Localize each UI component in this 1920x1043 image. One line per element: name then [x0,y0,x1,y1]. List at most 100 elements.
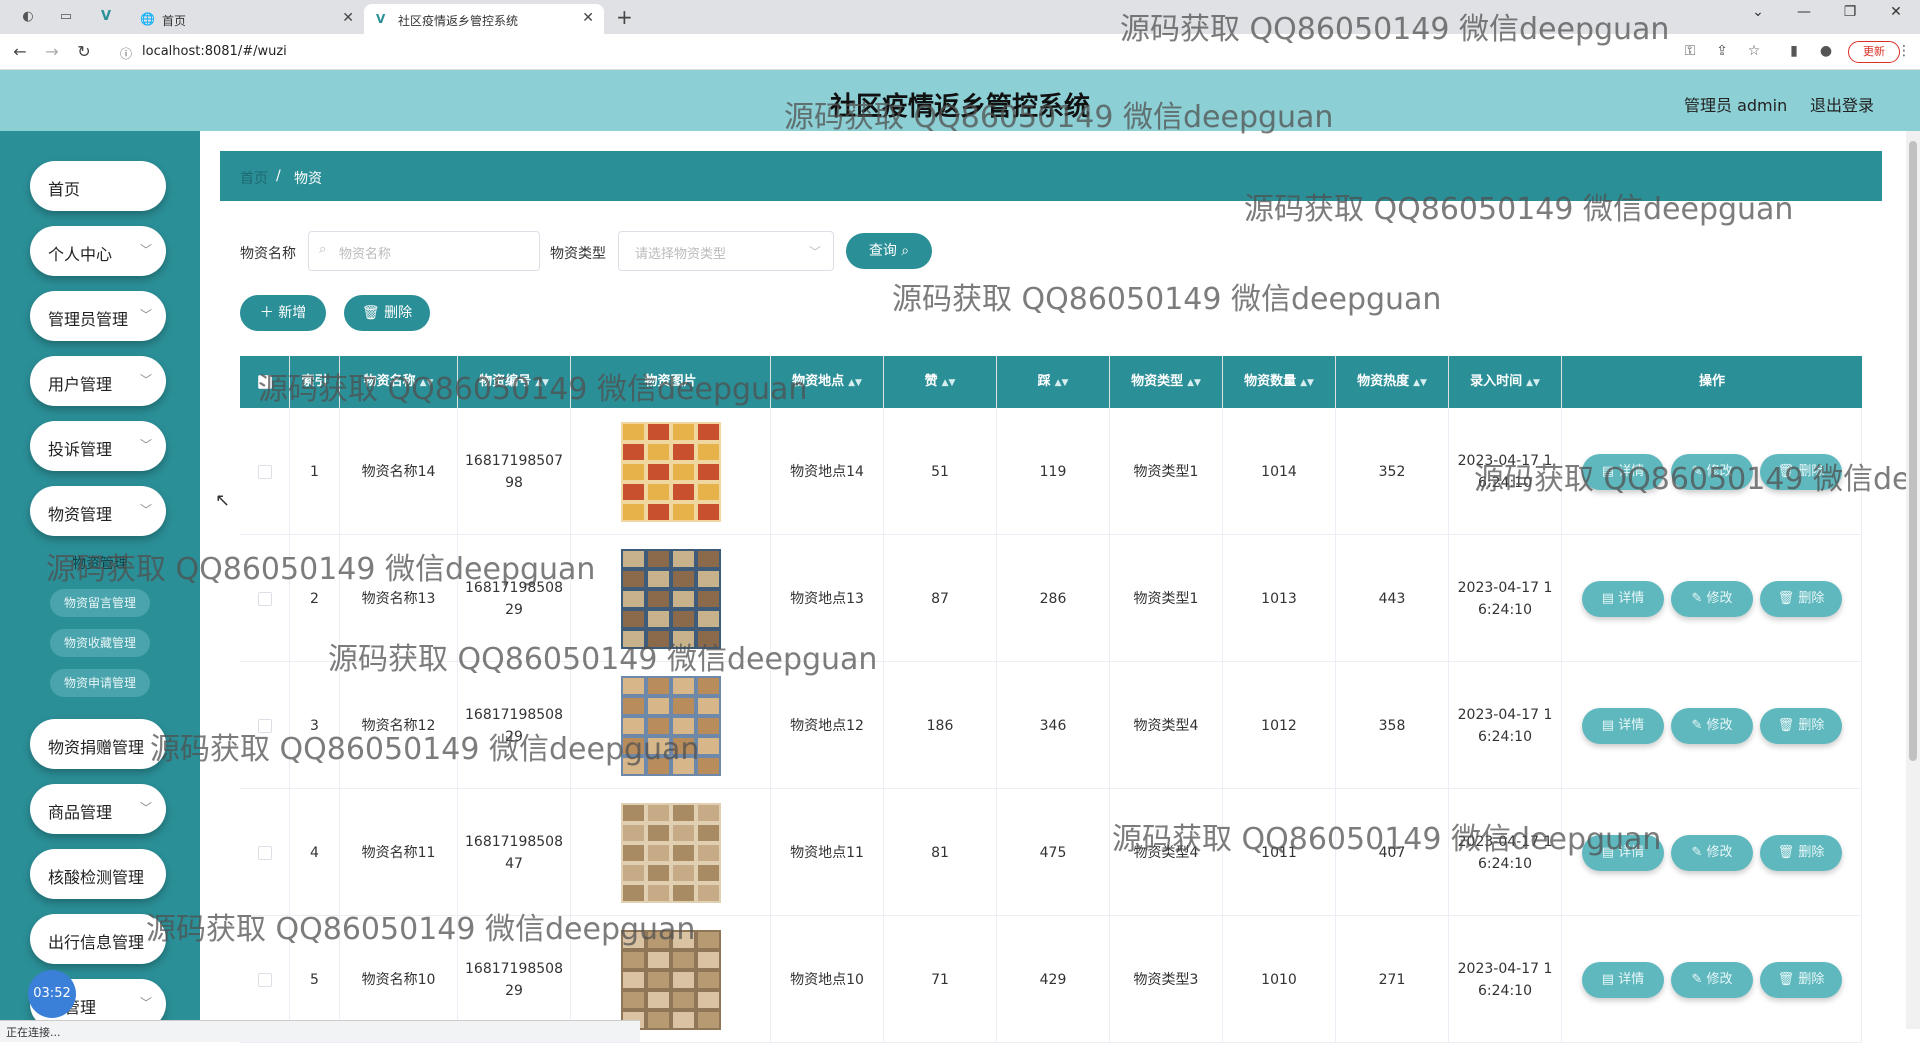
header-name[interactable]: 物资名称 ▲▼ [340,356,458,408]
profile-icon[interactable]: ● [1816,43,1836,59]
header-qty[interactable]: 物资数量 ▲▼ [1223,356,1336,408]
delete-button[interactable]: 🗑 删除 [1760,581,1842,617]
detail-button[interactable]: ▤ 详情 [1582,454,1664,490]
header-up[interactable]: 赞 ▲▼ [884,356,997,408]
site-info-icon[interactable]: ⓘ [120,45,132,62]
detail-button[interactable]: ▤ 详情 [1582,835,1664,871]
cell-down: 346 [997,662,1110,789]
sidebar-sub-supply-messages[interactable]: 物资留言管理 [50,589,150,617]
cell-heat: 358 [1336,662,1449,789]
logout-link[interactable]: 退出登录 [1810,92,1874,116]
tab-list-icon[interactable]: ⌄ [1738,4,1778,20]
minimize-icon[interactable]: — [1784,4,1824,20]
cell-index: 3 [290,662,340,789]
supply-photo[interactable] [620,421,721,522]
cell-name: 物资名称13 [340,535,458,662]
sidebar-item-admins[interactable]: 管理员管理 ﹀ [30,291,166,341]
cell-time: 2023-04-17 16:24:10 [1449,916,1562,1043]
header-place[interactable]: 物资地点 ▲▼ [771,356,884,408]
header-type[interactable]: 物资类型 ▲▼ [1110,356,1223,408]
document-icon: ▤ [1601,464,1619,479]
delete-button[interactable]: 🗑 删除 [1760,962,1842,998]
sidebar-sub-supply-favorites[interactable]: 物资收藏管理 [50,629,150,657]
tab-group-icon[interactable]: ▭ [56,7,76,27]
scrollbar-thumb[interactable] [1909,141,1917,761]
header-down[interactable]: 踩 ▲▼ [997,356,1110,408]
header-select-all[interactable] [240,356,290,408]
restore-icon[interactable]: ❐ [1830,4,1870,20]
name-search-input[interactable]: ⌕ 物资名称 [308,231,540,271]
sidebar-item-donations[interactable]: 物资捐赠管理 [30,719,166,769]
cell-time: 2023-04-17 16:24:10 [1449,535,1562,662]
detail-button[interactable]: ▤ 详情 [1582,962,1664,998]
supply-photo[interactable] [620,929,721,1030]
row-checkbox[interactable] [257,591,272,606]
delete-button[interactable]: 🗑 删除 [1760,835,1842,871]
floating-clock[interactable]: 03:52 [28,970,76,1018]
row-checkbox[interactable] [257,718,272,733]
tab-home[interactable]: 🌐 首页 ✕ [128,4,364,34]
trash-icon: 🗑 [1777,972,1799,987]
page-scrollbar[interactable] [1906,131,1920,1029]
add-button[interactable]: ＋ 新增 [240,295,326,331]
row-checkbox[interactable] [257,845,272,860]
sidebar-sub-supply-applications[interactable]: 物资申请管理 [50,669,150,697]
supply-photo[interactable] [620,675,721,776]
back-icon[interactable]: ← [10,42,30,61]
supply-photo[interactable] [620,548,721,649]
tab-search-icon[interactable]: ◐ [18,7,38,27]
edit-button[interactable]: ✎ 修改 [1671,835,1753,871]
cell-up: 81 [884,789,997,916]
close-tab-icon[interactable]: ✕ [342,10,354,26]
reload-icon[interactable]: ↻ [74,42,94,61]
sidebar-item-personal[interactable]: 个人中心 ﹀ [30,226,166,276]
edit-button[interactable]: ✎ 修改 [1671,581,1753,617]
sidebar-item-supplies[interactable]: 物资管理 ﹀ [30,486,166,536]
header-code[interactable]: 物资编号 ▲▼ [458,356,571,408]
bookmark-star-icon[interactable]: ☆ [1744,43,1764,59]
sidebar-item-users[interactable]: 用户管理 ﹀ [30,356,166,406]
edit-button[interactable]: ✎ 修改 [1671,708,1753,744]
row-checkbox[interactable] [257,464,272,479]
query-button[interactable]: 查询 ⌕ [846,233,932,269]
sidebar-item-travel[interactable]: 出行信息管理 [30,914,166,964]
detail-button[interactable]: ▤ 详情 [1582,581,1664,617]
forward-icon[interactable]: → [42,42,62,61]
header-time[interactable]: 录入时间 ▲▼ [1449,356,1562,408]
sidebar-item-goods[interactable]: 商品管理 ﹀ [30,784,166,834]
side-panel-icon[interactable]: ▮ [1784,43,1804,59]
new-tab-icon[interactable]: + [616,5,633,29]
sidebar-item-home[interactable]: 首页 [30,161,166,211]
row-checkbox[interactable] [257,972,272,987]
sidebar-item-nucleic-test[interactable]: 核酸检测管理 [30,849,166,899]
close-tab-icon[interactable]: ✕ [582,10,594,26]
cell-code: 1681719850847 [458,789,571,916]
type-select[interactable]: 请选择物资类型 ﹀ [618,231,834,271]
supply-photo[interactable] [620,802,721,903]
select-all-checkbox[interactable] [257,374,272,389]
update-button[interactable]: 更新 [1848,41,1900,63]
breadcrumb-home[interactable]: 首页 [240,168,268,188]
detail-button[interactable]: ▤ 详情 [1582,708,1664,744]
header-heat[interactable]: 物资热度 ▲▼ [1336,356,1449,408]
url-field[interactable]: ⓘ localhost:8081/#/wuzi [112,39,1672,65]
window-close-icon[interactable]: ✕ [1876,4,1916,20]
share-icon[interactable]: ⇪ [1712,43,1732,59]
tab-system[interactable]: V 社区疫情返乡管控系统 ✕ [364,4,604,34]
menu-kebab-icon[interactable]: ⋮ [1894,43,1914,59]
edit-button[interactable]: ✎ 修改 [1671,454,1753,490]
edit-button[interactable]: ✎ 修改 [1671,962,1753,998]
sidebar-sub-supplies[interactable]: 物资管理 [50,550,150,578]
cell-type: 物资类型3 [1110,916,1223,1043]
delete-button[interactable]: 🗑 删除 [1760,708,1842,744]
sidebar-item-complaints[interactable]: 投诉管理 ﹀ [30,421,166,471]
cell-actions: ▤ 详情 ✎ 修改 🗑 删除 [1562,916,1862,1043]
search-icon: ⌕ [319,242,327,257]
vue-favicon-icon[interactable]: V [96,7,116,27]
key-icon[interactable]: ⚿ [1680,43,1700,59]
mouse-cursor-icon: ↖ [215,490,231,511]
chevron-down-icon: ﹀ [808,245,821,259]
batch-delete-button[interactable]: 🗑 删除 [344,295,430,331]
cell-down: 119 [997,408,1110,535]
delete-button[interactable]: 🗑 删除 [1760,454,1842,490]
